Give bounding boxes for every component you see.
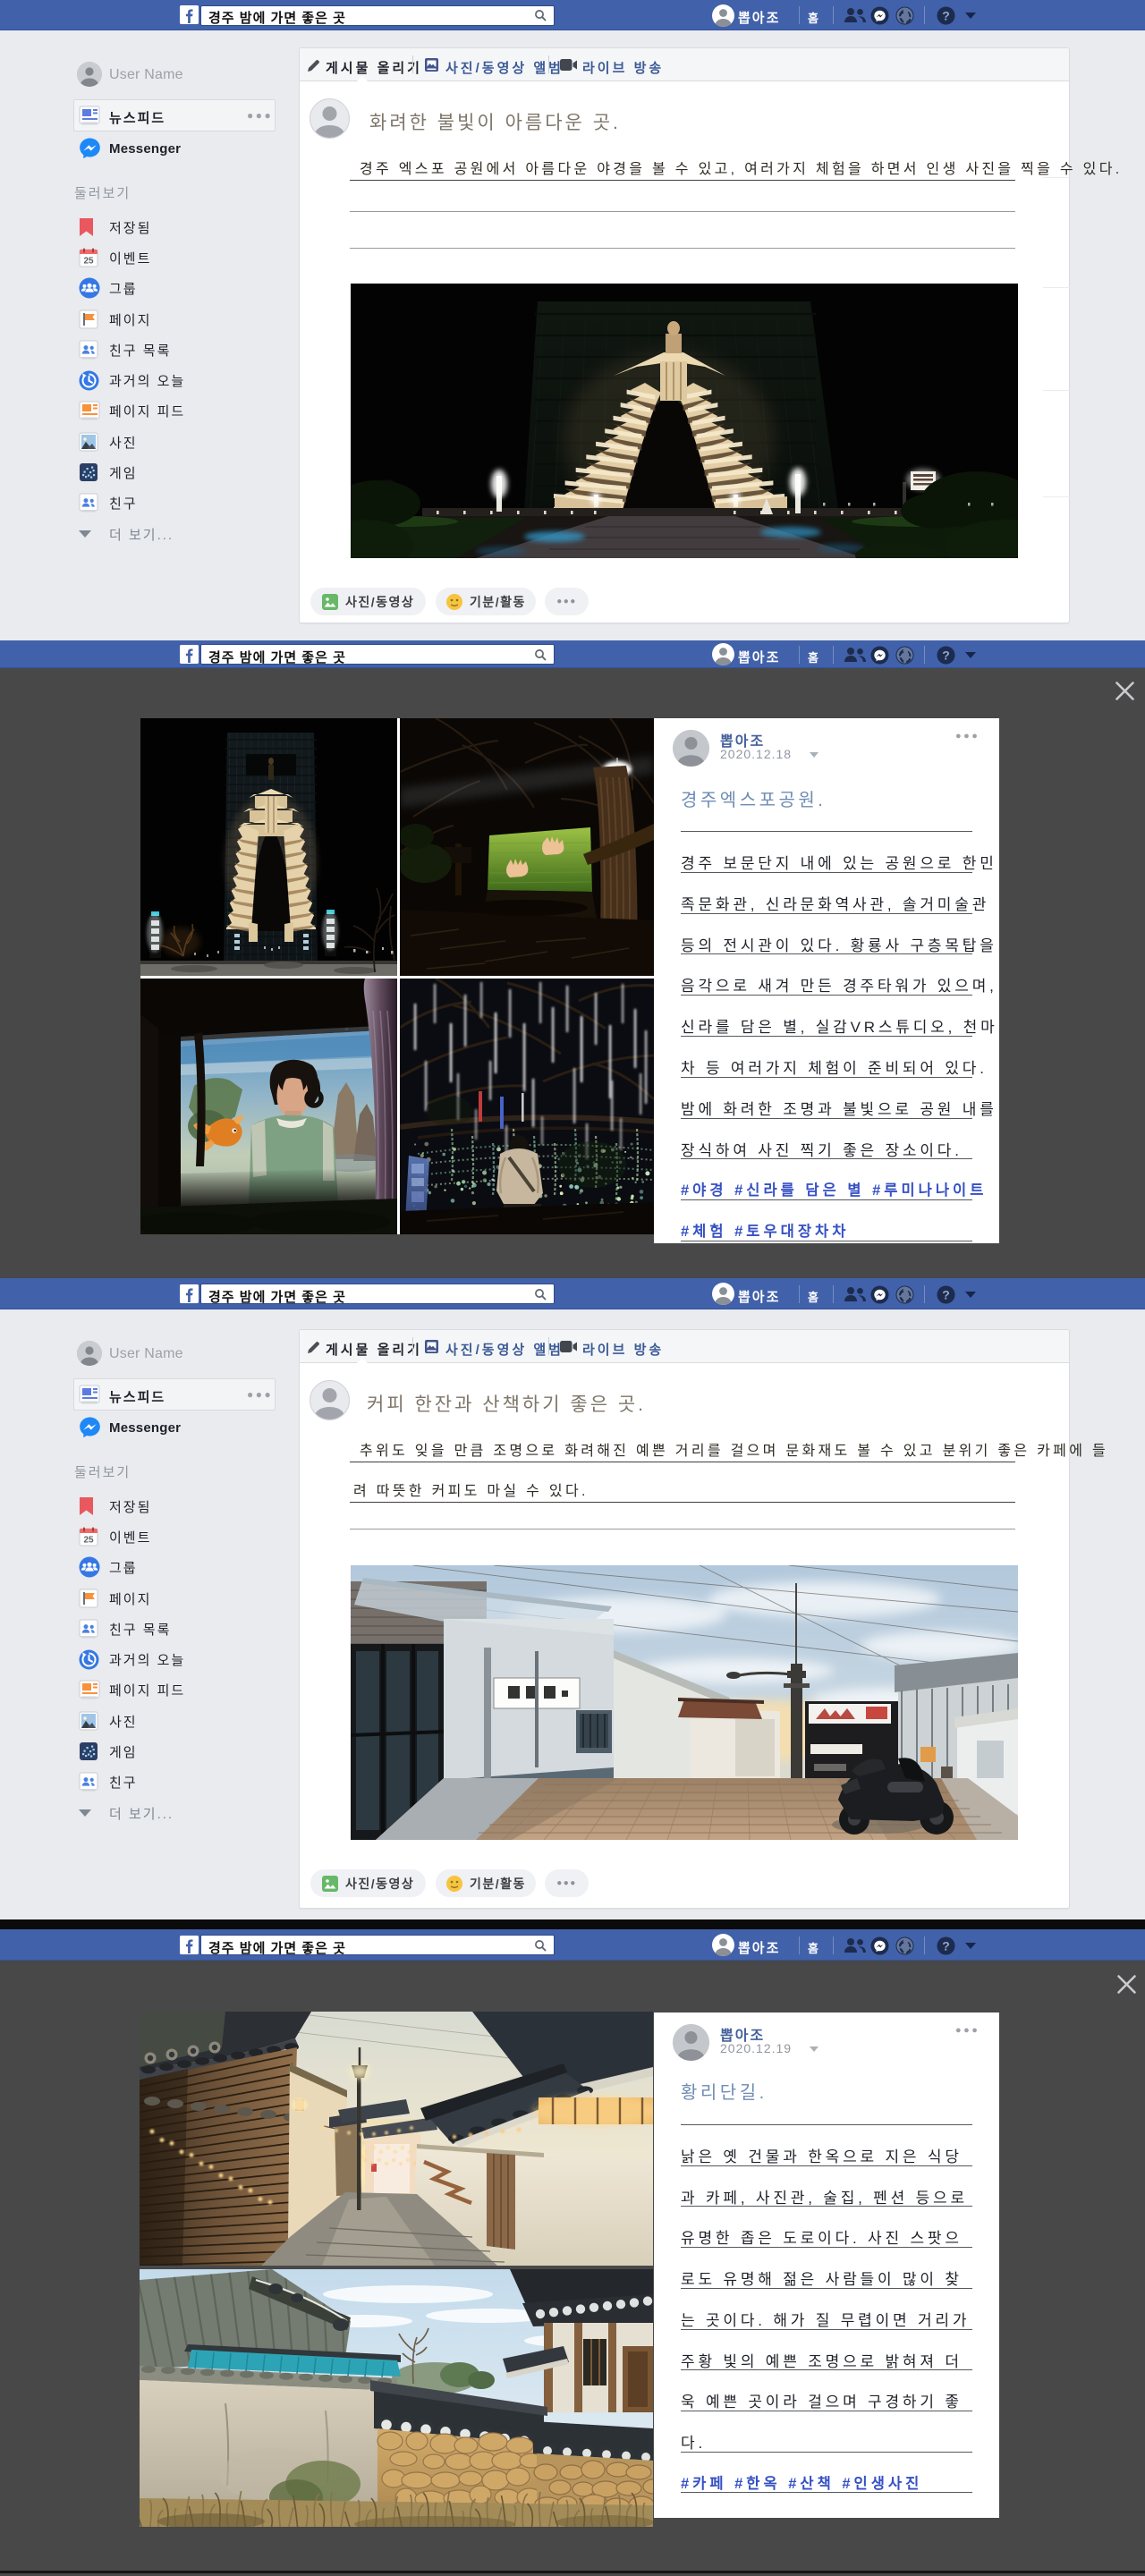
svg-text:?: ? [942,1287,950,1301]
svg-text:?: ? [942,1938,950,1953]
svg-text:25: 25 [83,1536,94,1546]
svg-text:?: ? [942,648,950,662]
svg-text:25: 25 [83,257,94,267]
